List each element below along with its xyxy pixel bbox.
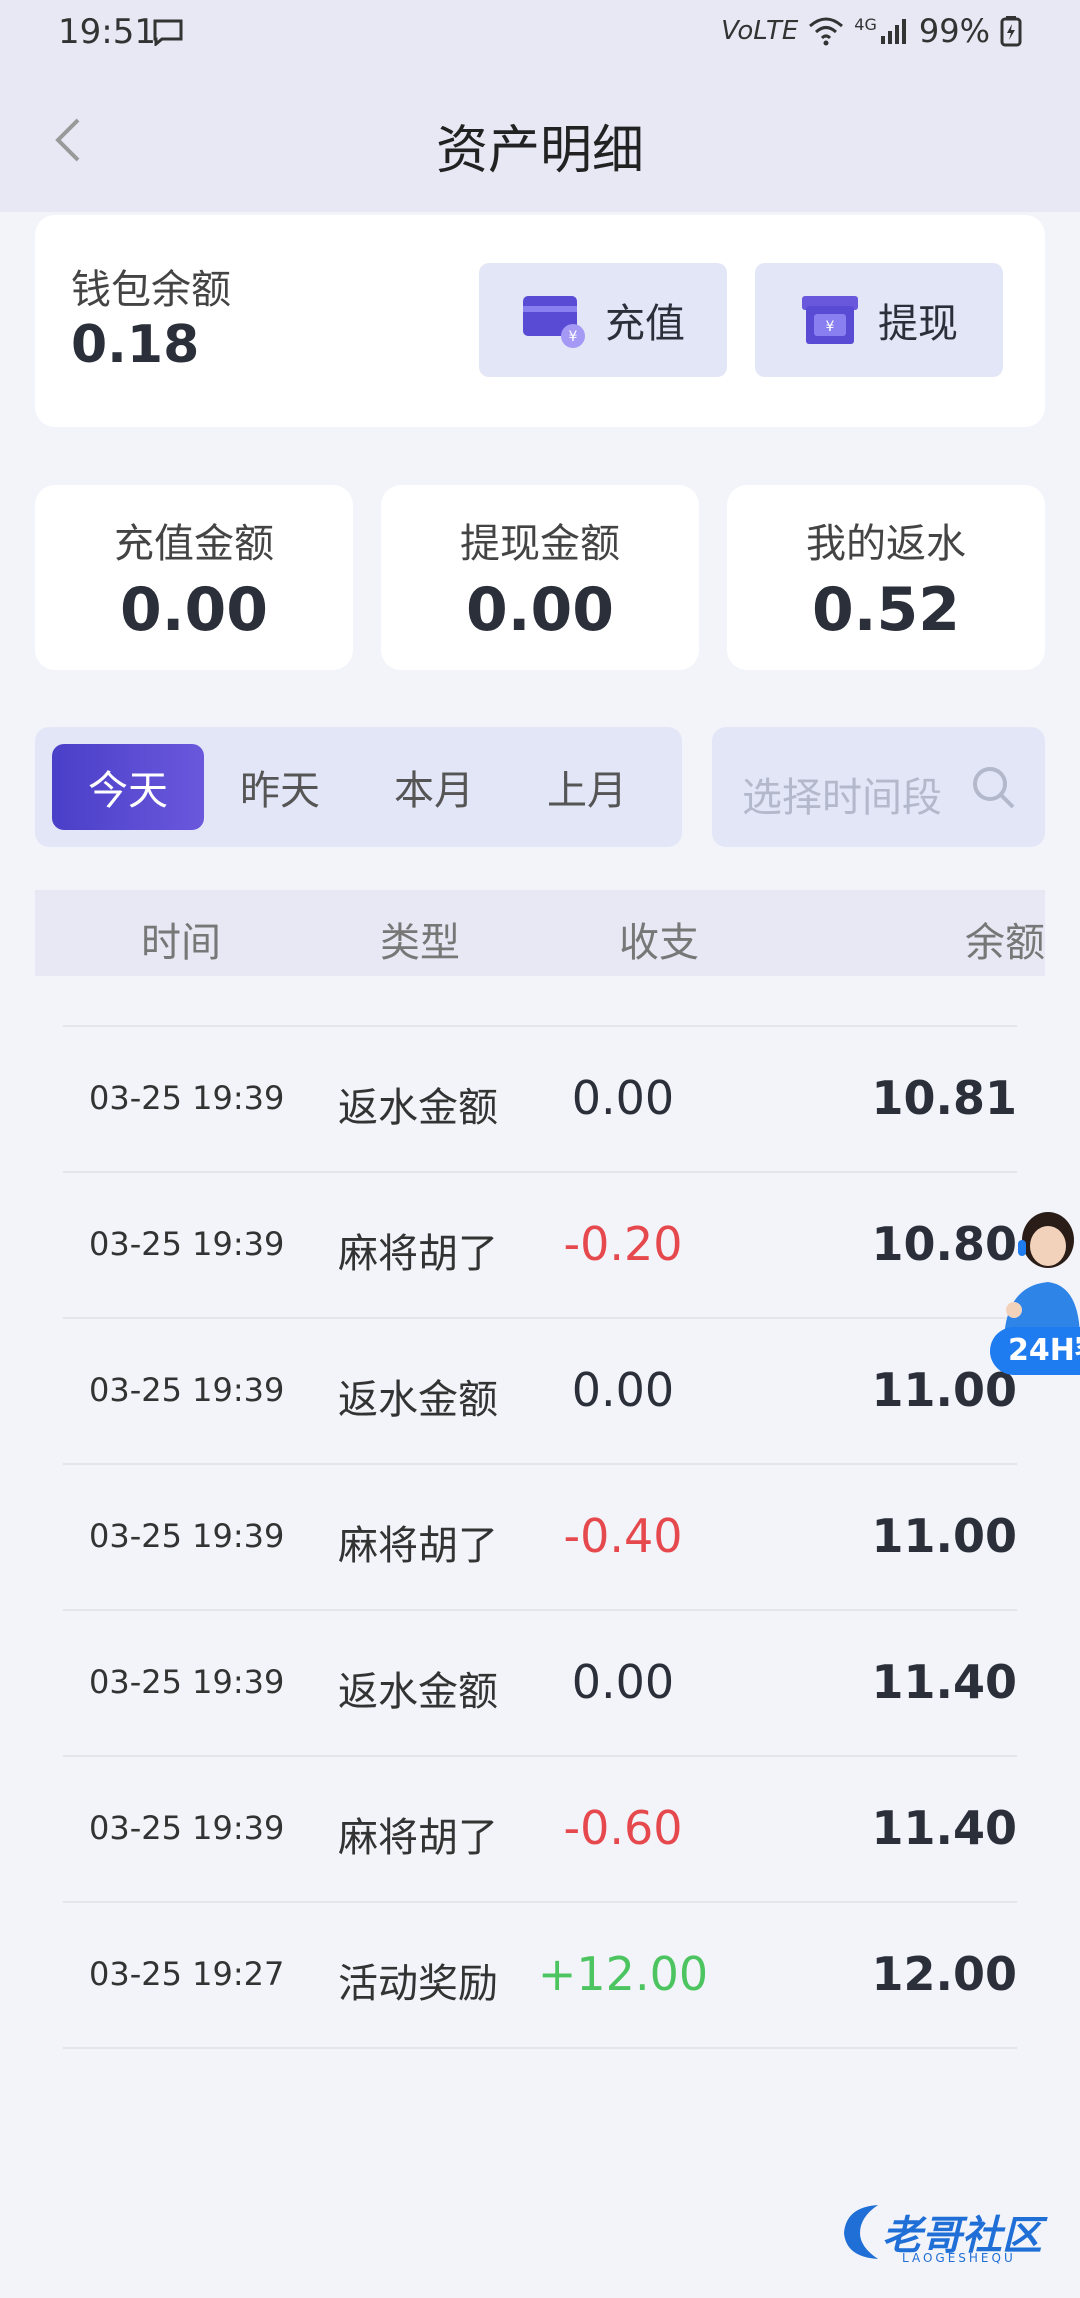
row-balance: 12.00	[871, 1947, 1017, 2001]
column-header-type: 类型	[380, 920, 460, 966]
customer-service-float[interactable]: 24H客	[990, 1200, 1080, 1380]
signal-icon	[880, 19, 906, 44]
row-type: 麻将胡了	[338, 1523, 498, 1569]
table-row: 03-25 19:39 返水金额 0.00 11.00	[63, 1317, 1017, 1463]
period-tabs: 今天 昨天 本月 上月	[35, 727, 682, 847]
table-row: 03-25 19:39 返水金额 0.00 11.40	[63, 1609, 1017, 1755]
row-balance: 11.00	[871, 1509, 1017, 1563]
stat-label: 提现金额	[460, 521, 620, 567]
row-type: 返水金额	[338, 1377, 498, 1423]
row-balance: 11.40	[871, 1801, 1017, 1855]
wallet-card: 钱包余额 0.18 ¥ 充值 ¥ 提现	[35, 215, 1045, 427]
withdraw-label: 提现	[878, 301, 958, 347]
withdraw-button[interactable]: ¥ 提现	[755, 263, 1003, 377]
table-header: 时间 类型 收支 余额	[35, 890, 1045, 976]
stat-card-recharge: 充值金额 0.00	[35, 485, 353, 670]
service-badge: 24H客	[990, 1327, 1080, 1375]
row-type: 麻将胡了	[338, 1231, 498, 1277]
transaction-list: 03-25 19:39 返水金额 0.00 10.81 03-25 19:39 …	[63, 1025, 1017, 2049]
wallet-balance-label: 钱包余额	[71, 267, 231, 313]
column-header-balance: 余额	[965, 920, 1045, 966]
status-time: 19:51	[58, 12, 156, 52]
recharge-label: 充值	[605, 301, 685, 347]
row-amount: -0.40	[563, 1509, 683, 1563]
row-time: 03-25 19:39	[89, 1371, 285, 1409]
withdraw-box-icon: ¥	[802, 296, 858, 344]
tab-this-month[interactable]: 本月	[358, 744, 510, 830]
tab-last-month[interactable]: 上月	[511, 744, 663, 830]
date-range-placeholder: 选择时间段	[742, 775, 942, 821]
wifi-icon	[809, 17, 844, 46]
message-icon	[153, 19, 183, 46]
wallet-balance-value: 0.18	[71, 315, 200, 375]
column-header-time: 时间	[141, 920, 221, 966]
svg-text:¥: ¥	[826, 319, 835, 335]
row-time: 03-25 19:39	[89, 1225, 285, 1263]
row-amount: 0.00	[571, 1363, 675, 1417]
stat-value: 0.00	[119, 575, 269, 645]
date-range-picker[interactable]: 选择时间段	[712, 727, 1045, 847]
watermark-logo: 老哥社区 LAOGESHEQU	[838, 2195, 1063, 2275]
svg-text:¥: ¥	[569, 329, 578, 345]
page-title: 资产明细	[435, 121, 644, 181]
row-balance: 10.81	[871, 1071, 1017, 1125]
table-row: 03-25 19:39 返水金额 0.00 10.81	[63, 1025, 1017, 1171]
row-time: 03-25 19:39	[89, 1517, 285, 1555]
customer-service-avatar-icon	[1004, 1212, 1080, 1340]
row-amount: -0.20	[563, 1217, 683, 1271]
row-amount: -0.60	[563, 1801, 683, 1855]
signal-type: 4G	[854, 14, 877, 34]
row-type: 麻将胡了	[338, 1815, 498, 1861]
row-amount: 0.00	[571, 1071, 675, 1125]
row-type: 返水金额	[338, 1085, 498, 1131]
recharge-button[interactable]: ¥ 充值	[479, 263, 727, 377]
stat-label: 充值金额	[114, 521, 274, 567]
stat-card-withdraw: 提现金额 0.00	[381, 485, 699, 670]
row-balance: 11.40	[871, 1655, 1017, 1709]
tab-yesterday[interactable]: 昨天	[204, 744, 356, 830]
battery-icon	[1000, 16, 1022, 47]
row-type: 返水金额	[338, 1669, 498, 1715]
status-bar: 19:51 VoLTE 4G 99%	[0, 0, 1080, 70]
table-row: 03-25 19:39 麻将胡了 -0.40 11.00	[63, 1463, 1017, 1609]
column-header-amount: 收支	[619, 920, 699, 966]
recharge-card-icon: ¥	[523, 296, 585, 348]
row-type: 活动奖励	[338, 1961, 498, 2007]
volte-label: VoLTE	[721, 16, 799, 46]
watermark-subtext: LAOGESHEQU	[902, 2251, 1016, 2265]
stat-label: 我的返水	[806, 521, 966, 567]
status-indicators: VoLTE 4G 99%	[721, 12, 1022, 50]
stat-card-rebate: 我的返水 0.52	[727, 485, 1045, 670]
tab-today[interactable]: 今天	[52, 744, 204, 830]
table-row: 03-25 19:39 麻将胡了 -0.20 10.80	[63, 1171, 1017, 1317]
search-icon[interactable]	[969, 763, 1017, 811]
row-amount: 0.00	[571, 1655, 675, 1709]
table-row: 03-25 19:27 活动奖励 +12.00 12.00	[63, 1901, 1017, 2049]
row-time: 03-25 19:27	[89, 1955, 285, 1993]
row-time: 03-25 19:39	[89, 1809, 285, 1847]
table-row: 03-25 19:39 麻将胡了 -0.60 11.40	[63, 1755, 1017, 1901]
stat-value: 0.00	[465, 575, 615, 645]
stat-value: 0.52	[811, 575, 961, 645]
row-time: 03-25 19:39	[89, 1079, 285, 1117]
row-time: 03-25 19:39	[89, 1663, 285, 1701]
row-amount: +12.00	[537, 1947, 709, 2001]
page-header: 资产明细	[0, 70, 1080, 212]
battery-text: 99%	[918, 12, 990, 50]
